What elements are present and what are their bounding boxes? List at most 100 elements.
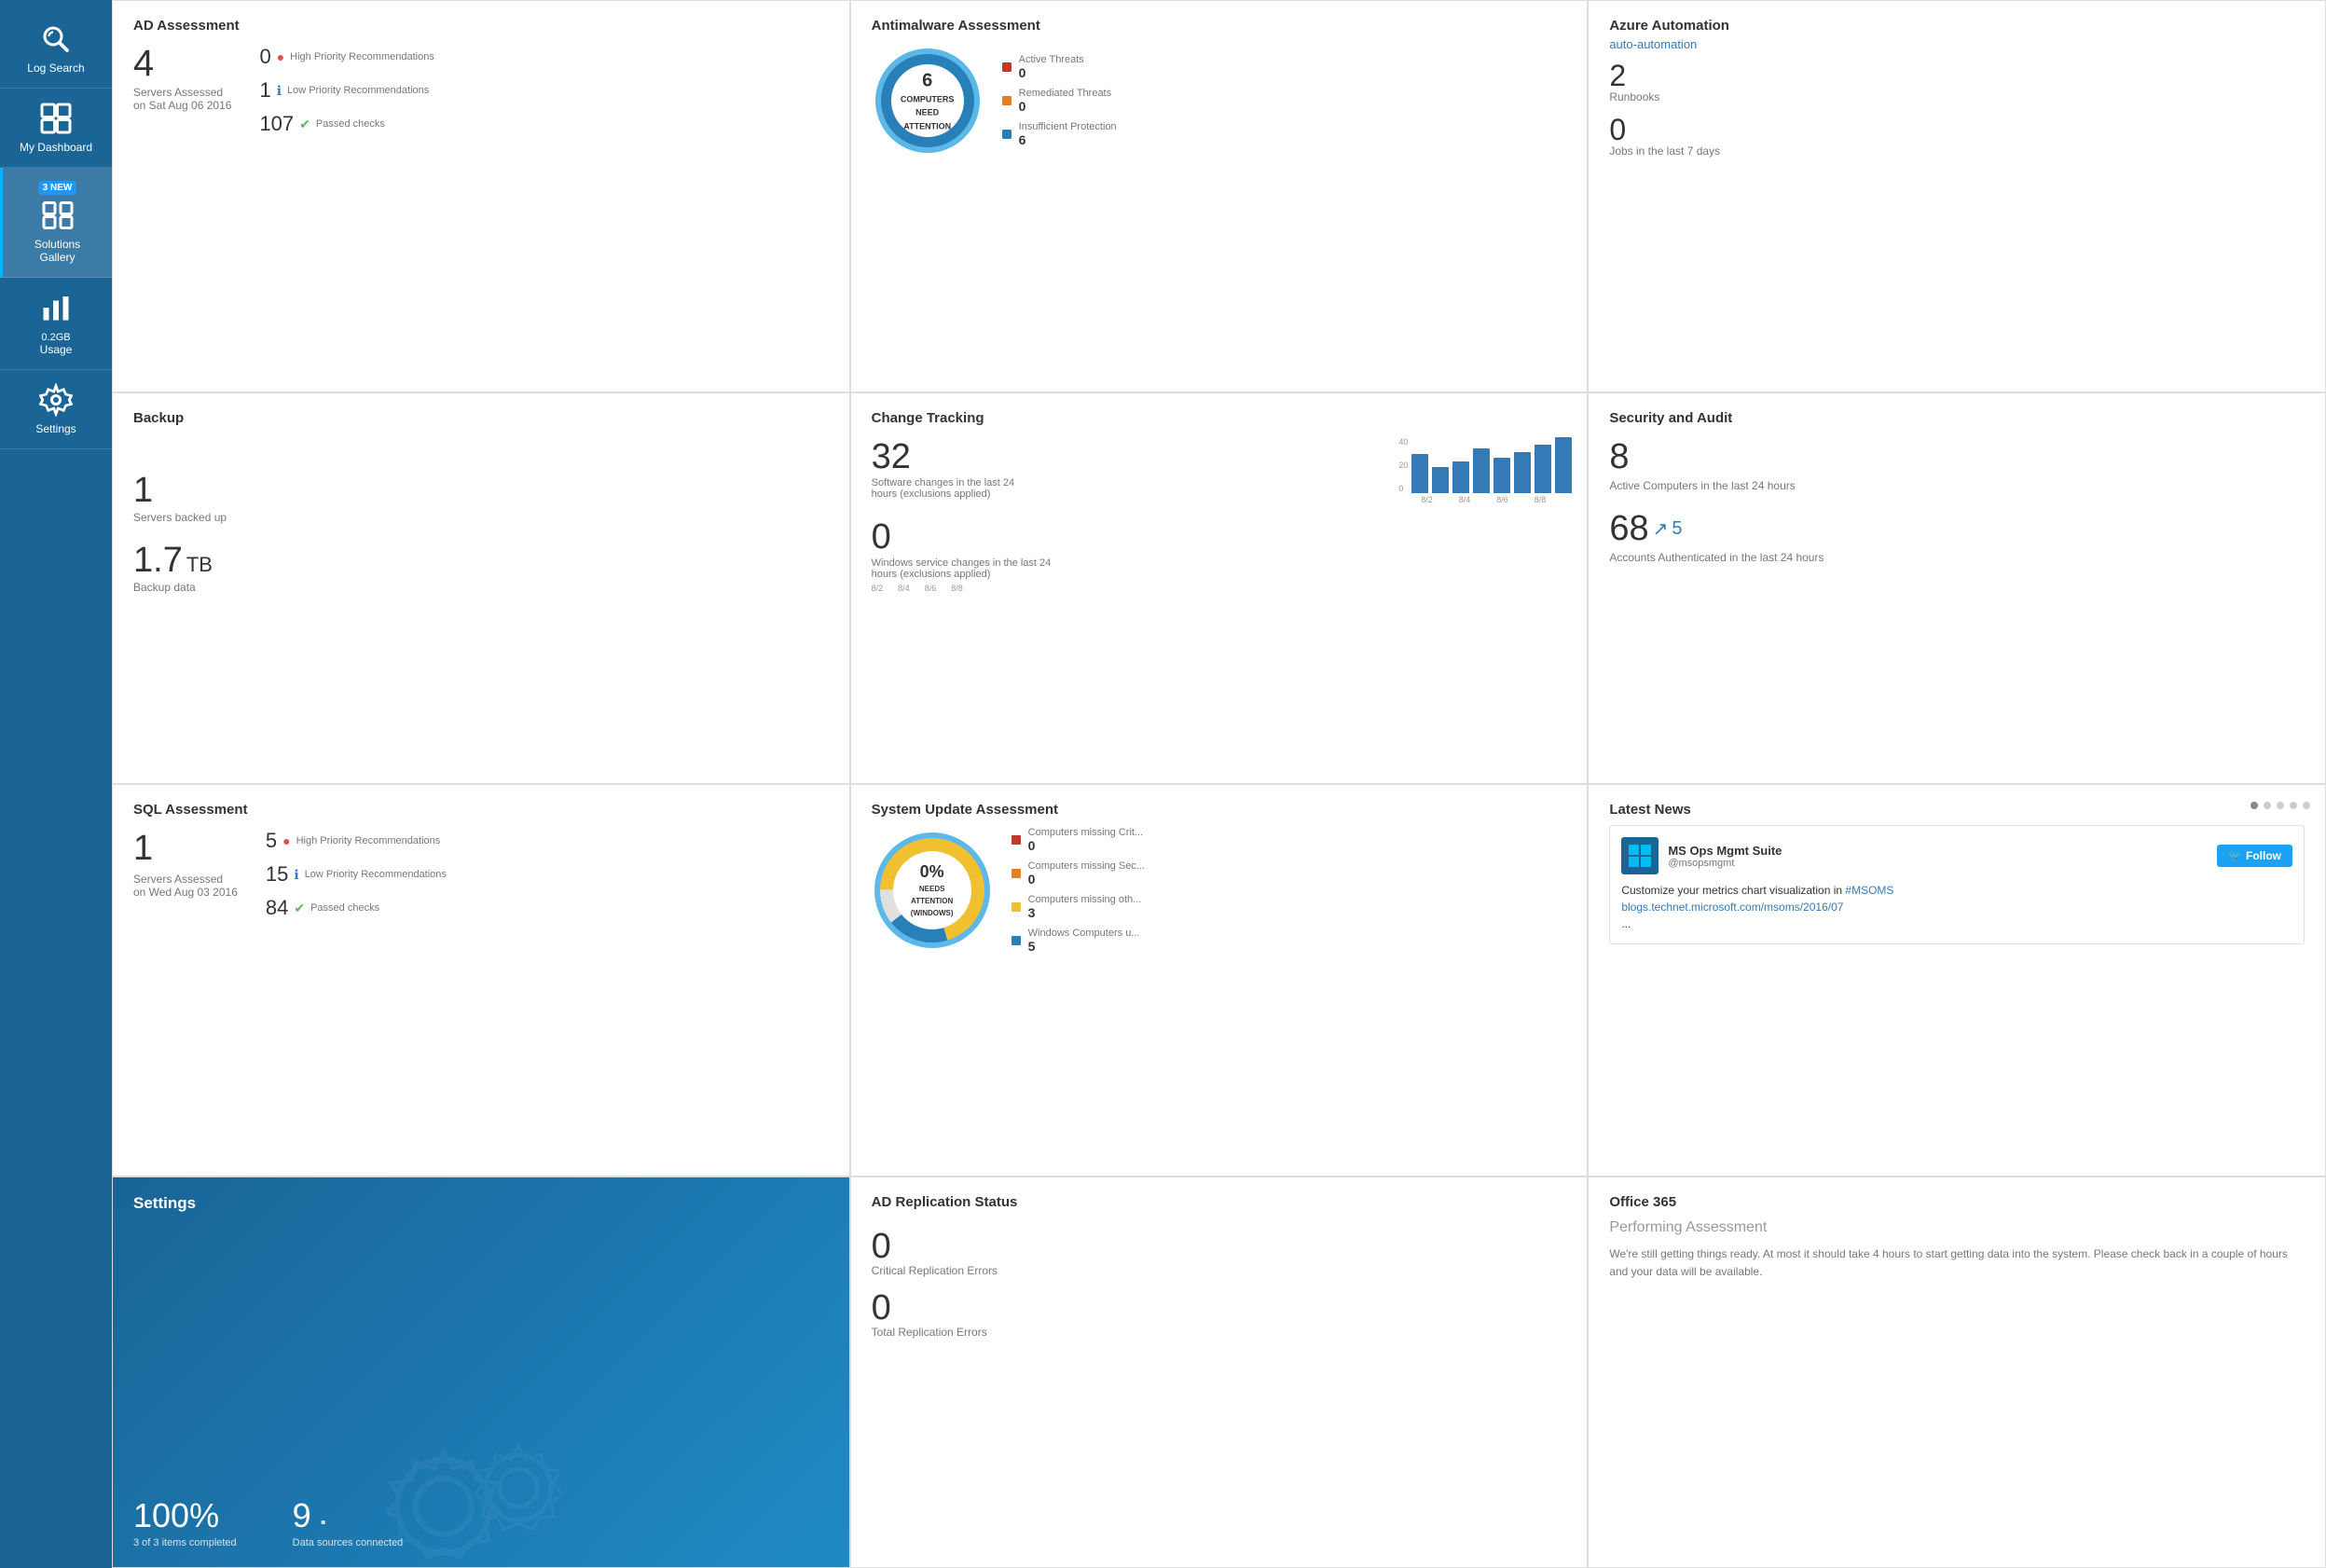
settings-percent-label: 3 of 3 items completed bbox=[133, 1537, 237, 1548]
backup-title: Backup bbox=[133, 410, 829, 426]
sidebar-dashboard-label: My Dashboard bbox=[20, 141, 92, 154]
ad-servers-count: 4 bbox=[133, 45, 231, 82]
azure-runbooks: 2 Runbooks bbox=[1609, 61, 2305, 103]
sql-low-priority-row: 15 ℹ Low Priority Recommendations bbox=[266, 862, 447, 887]
sidebar-item-dashboard[interactable]: My Dashboard bbox=[0, 89, 112, 168]
antimalware-title: Antimalware Assessment bbox=[872, 18, 1567, 34]
ct-software-value: 32 bbox=[872, 437, 1381, 477]
follow-label: Follow bbox=[2246, 849, 2281, 862]
sidebar-usage-value: 0.2GB bbox=[41, 332, 70, 343]
info-icon-sql: ℹ bbox=[294, 867, 298, 883]
warning-icon-sql: ● bbox=[282, 833, 290, 848]
ad-rep-critical-section: 0 Critical Replication Errors bbox=[872, 1229, 1567, 1277]
news-link: blogs.technet.microsoft.com/msoms/2016/0… bbox=[1621, 901, 1843, 914]
settings-tile-title: Settings bbox=[133, 1194, 829, 1213]
legend-remediated-threats: Remediated Threats 0 bbox=[1002, 88, 1117, 114]
check-icon-sql: ✔ bbox=[294, 901, 305, 916]
antimalware-center-label: 6 COMPUTERSNEEDATTENTION bbox=[901, 69, 955, 133]
sidebar-item-solutions[interactable]: 3 NEW SolutionsGallery bbox=[0, 168, 112, 278]
ms-ops-logo-icon bbox=[1627, 843, 1653, 869]
ct-service-label: Windows service changes in the last 24 h… bbox=[872, 557, 1058, 580]
sql-high-priority-row: 5 ● High Priority Recommendations bbox=[266, 829, 447, 853]
sidebar-item-usage[interactable]: 0.2GB Usage bbox=[0, 278, 112, 370]
ad-passed-row: 107 ✔ Passed checks bbox=[259, 112, 434, 136]
tile-sql-assessment[interactable]: SQL Assessment 1 Servers Assessed on Wed… bbox=[112, 784, 850, 1176]
system-update-title: System Update Assessment bbox=[872, 802, 1567, 818]
tile-change-tracking[interactable]: Change Tracking 32 Software changes in t… bbox=[850, 392, 1589, 785]
backup-data-value: 1.7 bbox=[133, 541, 183, 581]
news-card: MS Ops Mgmt Suite @msopsmgmt 🐦 Follow Cu… bbox=[1609, 825, 2305, 944]
news-account-info: MS Ops Mgmt Suite @msopsmgmt bbox=[1668, 844, 1782, 869]
ad-rep-title: AD Replication Status bbox=[872, 1194, 1567, 1210]
tile-system-update[interactable]: System Update Assessment 0% NEEDSATTENTI… bbox=[850, 784, 1589, 1176]
settings-sources-value: 9 ▪ bbox=[293, 1496, 404, 1535]
sidebar-solutions-label: SolutionsGallery bbox=[34, 238, 80, 264]
office-assessing-label: Performing Assessment bbox=[1609, 1219, 2305, 1236]
change-tracking-chart: 40200 8/2 8/4 bbox=[1398, 437, 1566, 504]
tile-ad-replication[interactable]: AD Replication Status 0 Critical Replica… bbox=[850, 1176, 1589, 1568]
tile-settings[interactable]: Settings 100% 3 of 3 items completed bbox=[112, 1176, 850, 1568]
tile-latest-news[interactable]: Latest News MS Ops Mgmt Suite bbox=[1588, 784, 2326, 1176]
news-dot-3 bbox=[2277, 802, 2284, 809]
news-dot-2 bbox=[2264, 802, 2271, 809]
sql-servers-info: Servers Assessed on Wed Aug 03 2016 bbox=[133, 873, 238, 899]
twitter-follow-button[interactable]: 🐦 Follow bbox=[2217, 845, 2292, 867]
info-icon: ℹ bbox=[277, 83, 282, 99]
backup-data-label: Backup data bbox=[133, 581, 829, 594]
news-hashtag: #MSOMS bbox=[1845, 884, 1893, 897]
tile-ad-assessment[interactable]: AD Assessment 4 Servers Assessed on Sat … bbox=[112, 0, 850, 392]
remediated-color bbox=[1002, 96, 1012, 105]
tile-security-audit[interactable]: Security and Audit 8 Active Computers in… bbox=[1588, 392, 2326, 785]
sidebar-usage-label: Usage bbox=[40, 343, 73, 356]
insufficient-color bbox=[1002, 130, 1012, 139]
azure-subtitle: auto-automation bbox=[1609, 37, 2305, 51]
settings-sources-stat: 9 ▪ Data sources connected bbox=[293, 1496, 404, 1548]
sql-passed-row: 84 ✔ Passed checks bbox=[266, 896, 447, 920]
sidebar-settings-label: Settings bbox=[35, 422, 76, 435]
security-accounts-row: 68 ↗ 5 bbox=[1609, 509, 2305, 549]
settings-percent-value: 100% bbox=[133, 1496, 237, 1535]
tile-antimalware[interactable]: Antimalware Assessment 6 COMPUTERSNEEDAT… bbox=[850, 0, 1589, 392]
ad-low-priority-row: 1 ℹ Low Priority Recommendations bbox=[259, 78, 434, 103]
main-grid: AD Assessment 4 Servers Assessed on Sat … bbox=[112, 0, 2326, 1568]
ad-assessment-title: AD Assessment bbox=[133, 18, 829, 34]
sidebar-item-log-search[interactable]: Log Search bbox=[0, 9, 112, 89]
backup-servers-label: Servers backed up bbox=[133, 511, 829, 524]
azure-title: Azure Automation bbox=[1609, 18, 2305, 34]
solutions-icon bbox=[41, 199, 75, 232]
tile-backup[interactable]: Backup 1 Servers backed up 1.7 TB Backup… bbox=[112, 392, 850, 785]
change-tracking-title: Change Tracking bbox=[872, 410, 1567, 426]
dashboard-icon bbox=[39, 102, 73, 135]
news-dot-5 bbox=[2303, 802, 2310, 809]
office-assessing-text: We're still getting things ready. At mos… bbox=[1609, 1245, 2305, 1281]
system-update-legend: Computers missing Crit... 0 Computers mi… bbox=[1012, 827, 1145, 954]
sidebar-log-search-label: Log Search bbox=[27, 62, 84, 75]
twitter-icon: 🐦 bbox=[2228, 849, 2242, 862]
security-computers: 8 bbox=[1609, 437, 2305, 477]
antimalware-donut: 6 COMPUTERSNEEDATTENTION bbox=[872, 45, 984, 157]
up-arrow-icon: ↗ bbox=[1653, 517, 1669, 541]
sql-servers-count: 1 bbox=[133, 829, 238, 869]
news-account-handle: @msopsmgmt bbox=[1668, 858, 1782, 869]
system-update-donut: 0% NEEDSATTENTION(WINDOWS) bbox=[872, 830, 993, 951]
check-icon: ✔ bbox=[299, 117, 310, 132]
warning-icon: ● bbox=[277, 49, 284, 64]
settings-sources-label: Data sources connected bbox=[293, 1537, 404, 1548]
tile-office-365[interactable]: Office 365 Performing Assessment We're s… bbox=[1588, 1176, 2326, 1568]
settings-stats: 100% 3 of 3 items completed 9 ▪ Data sou… bbox=[133, 1496, 403, 1548]
news-dot-4 bbox=[2290, 802, 2297, 809]
news-tweet-text: Customize your metrics chart visualizati… bbox=[1621, 882, 2292, 932]
sidebar-item-settings[interactable]: Settings bbox=[0, 370, 112, 449]
bar-chart bbox=[1411, 437, 1572, 493]
solutions-badge: 3 NEW bbox=[38, 181, 77, 195]
settings-icon bbox=[39, 383, 73, 417]
ct-service-value: 0 bbox=[872, 517, 1567, 557]
ms-ops-logo bbox=[1621, 837, 1658, 874]
tile-azure-automation[interactable]: Azure Automation auto-automation 2 Runbo… bbox=[1588, 0, 2326, 392]
ad-servers-label: Servers Assessed on Sat Aug 06 2016 bbox=[133, 86, 231, 112]
system-update-center-label: 0% NEEDSATTENTION(WINDOWS) bbox=[911, 861, 954, 919]
security-title: Security and Audit bbox=[1609, 410, 2305, 426]
search-icon bbox=[39, 22, 73, 56]
legend-active-threats: Active Threats 0 bbox=[1002, 54, 1117, 80]
news-dot-1 bbox=[2250, 802, 2258, 809]
